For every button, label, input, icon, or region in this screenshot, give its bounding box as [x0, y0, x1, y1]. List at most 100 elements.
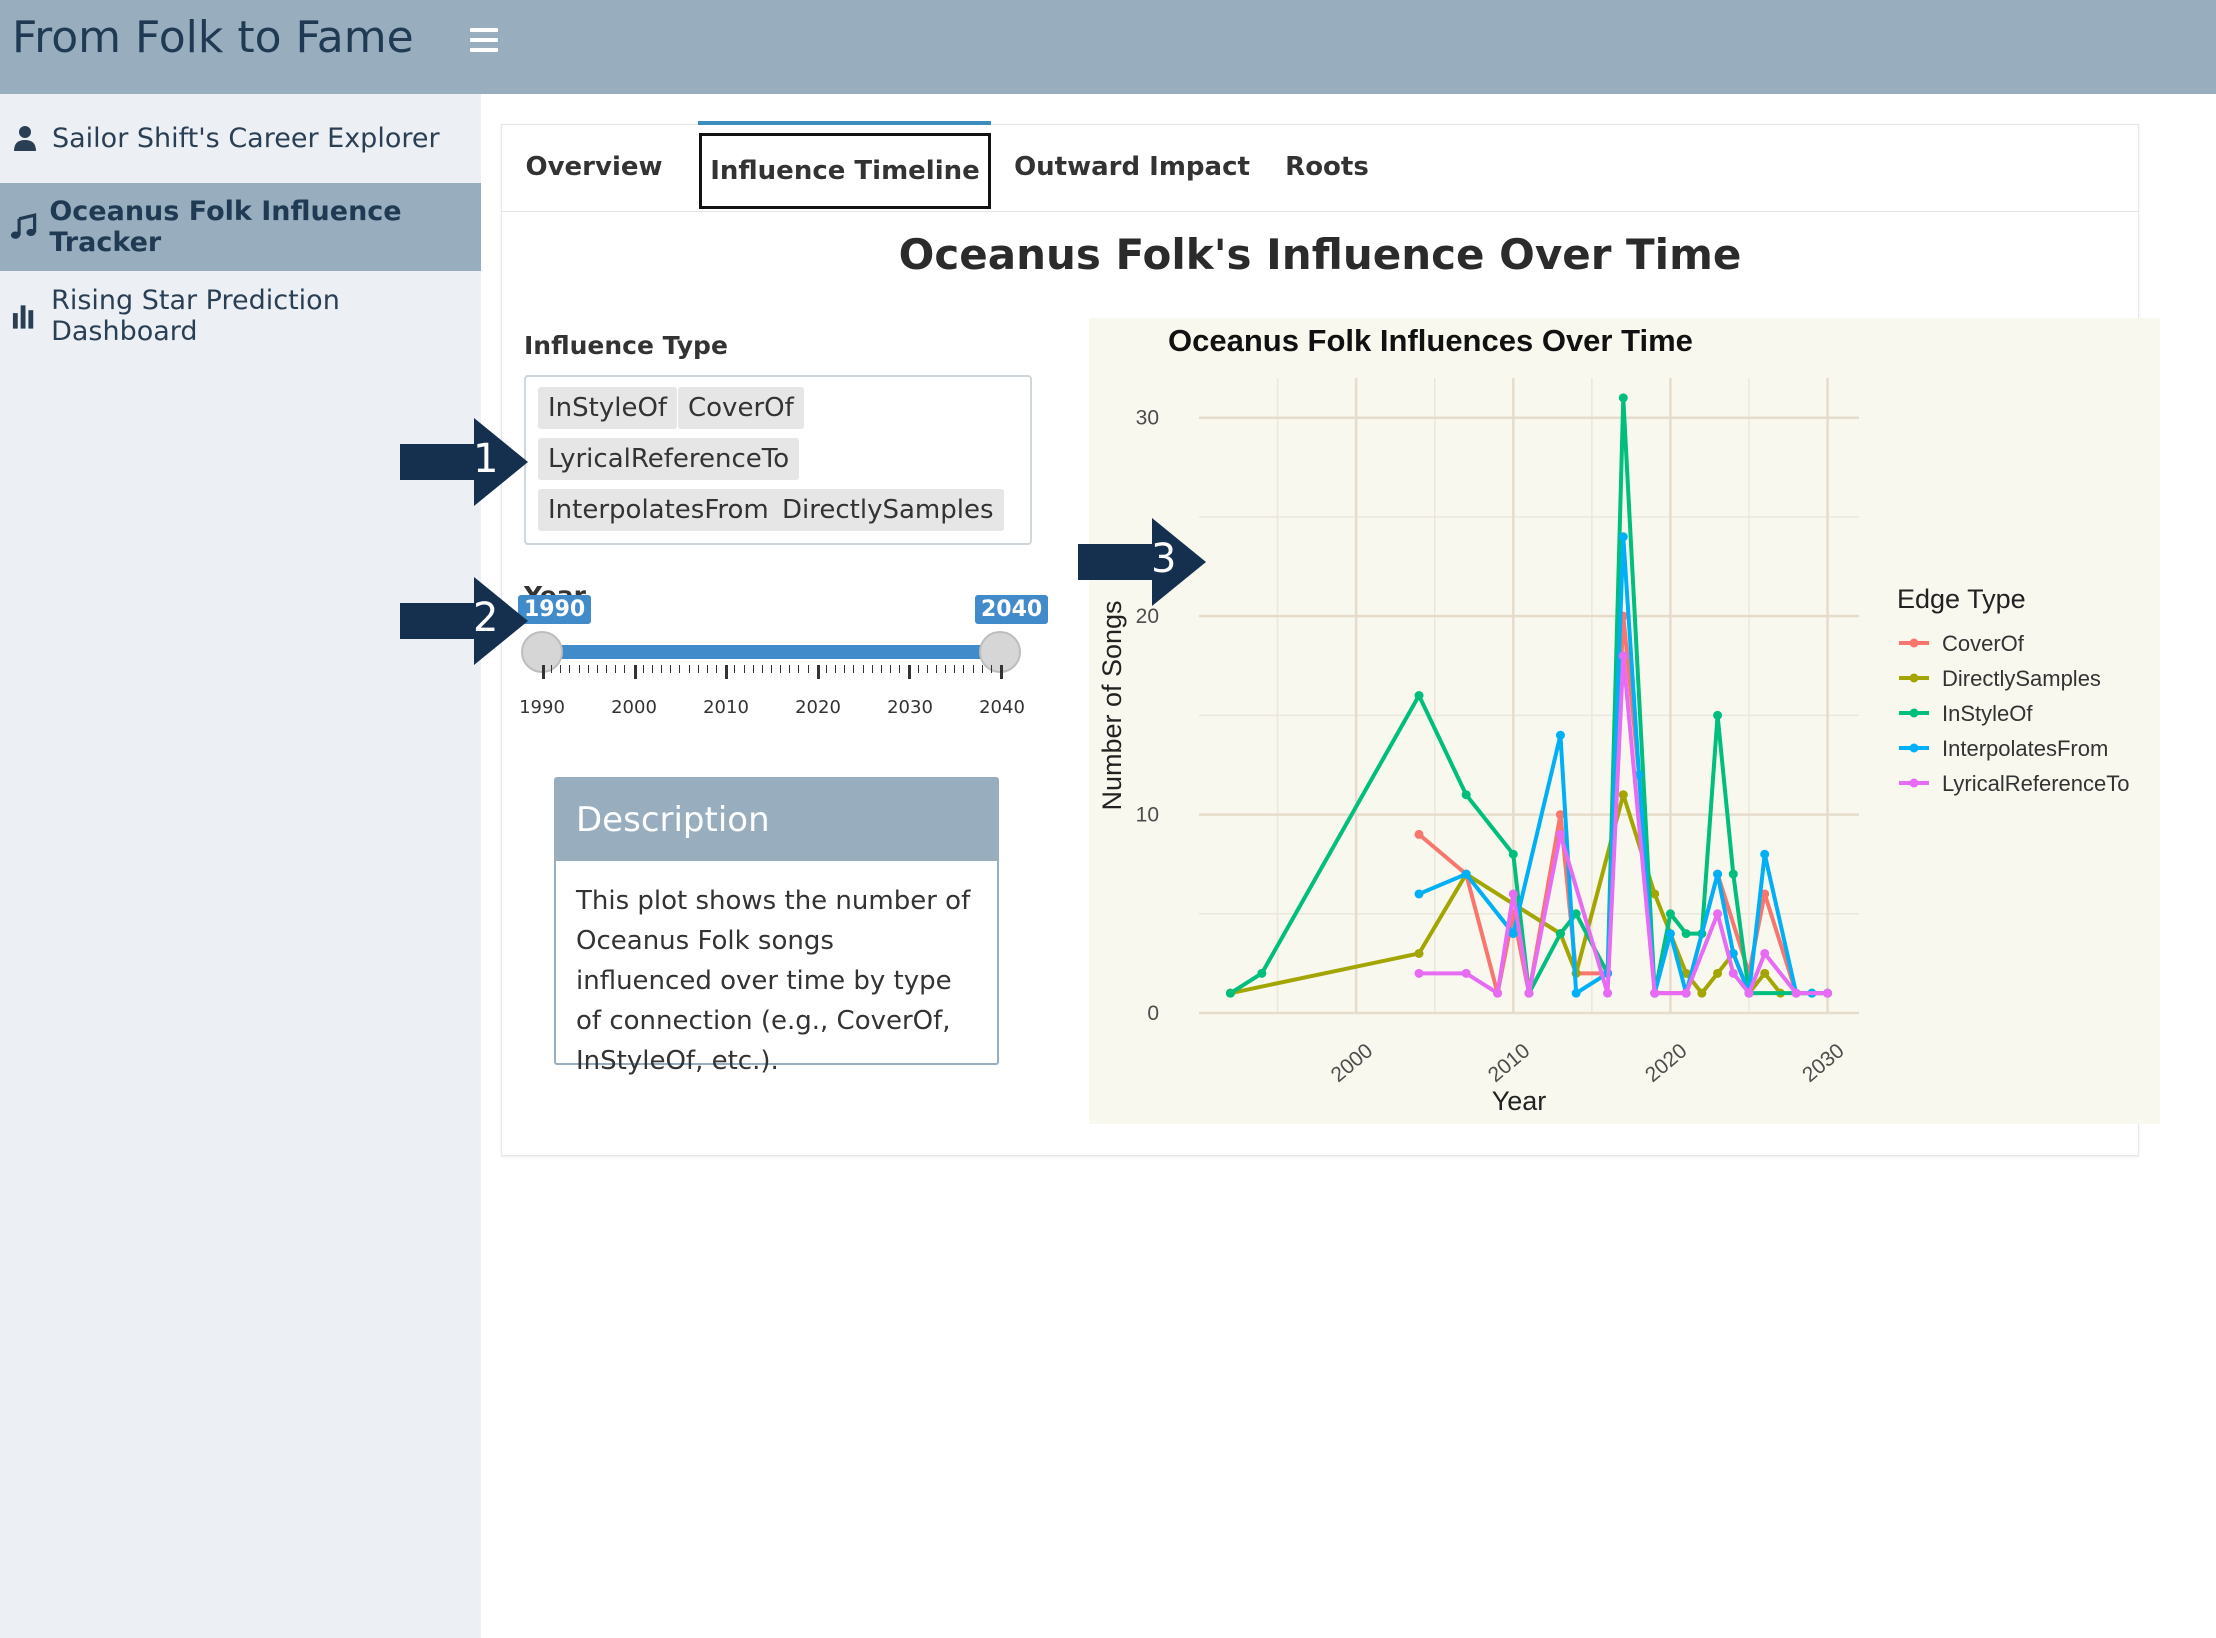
data-point: [1760, 948, 1770, 958]
series-line: [1229, 395, 1828, 996]
slider-tick: [551, 665, 553, 673]
data-point: [1760, 968, 1770, 978]
data-point: [1524, 988, 1534, 998]
data-point: [1461, 869, 1471, 879]
x-tick-label: 2030: [1798, 1039, 1849, 1087]
slider-tick: [771, 665, 772, 673]
slider-tick: [670, 665, 672, 673]
slider-tick: [835, 665, 837, 673]
legend-key-point: [1909, 708, 1919, 718]
data-point: [1603, 988, 1613, 998]
data-point: [1493, 988, 1503, 998]
tab-outward-impact[interactable]: Outward Impact: [1012, 125, 1252, 209]
data-point: [1618, 393, 1628, 403]
sidebar-item-career-explorer[interactable]: Sailor Shift's Career Explorer: [0, 94, 481, 182]
sidebar-item-label: Oceanus Folk Influence Tracker: [49, 196, 402, 258]
slider-tick: [743, 665, 745, 673]
tab-overview[interactable]: Overview: [514, 125, 674, 209]
sidebar-item-label: Sailor Shift's Career Explorer: [52, 122, 440, 154]
slider-tick: [633, 665, 637, 679]
active-tab-indicator: [698, 121, 991, 125]
slider-track[interactable]: [542, 645, 1000, 659]
music-icon: [10, 213, 37, 239]
slider-tick: [688, 665, 690, 673]
slider-tick: [899, 665, 901, 673]
main-content: Overview Influence Timeline Outward Impa…: [481, 94, 2216, 1638]
user-icon: [14, 126, 36, 151]
slider-tick: [679, 665, 681, 673]
data-point: [1618, 651, 1628, 661]
callout-arrow-2: 2: [400, 577, 530, 669]
influence-type-label: Influence Type: [524, 331, 728, 360]
data-point: [1508, 929, 1518, 939]
slider-tick: [844, 665, 846, 673]
hamburger-menu-icon[interactable]: [470, 28, 498, 54]
data-point: [1461, 790, 1471, 800]
slider-tick: [569, 665, 571, 673]
data-point: [1508, 849, 1518, 859]
legend-key-point: [1909, 743, 1919, 753]
slider-tick: [615, 665, 617, 673]
slider-tick-label: 2040: [979, 697, 1025, 718]
y-axis-title: Number of Songs: [1097, 600, 1127, 810]
slider-tick: [587, 665, 589, 673]
data-point: [1571, 988, 1581, 998]
slider-tick: [825, 665, 827, 673]
data-point: [1414, 889, 1424, 899]
page-title: Oceanus Folk's Influence Over Time: [898, 230, 1742, 279]
description-box: Description This plot shows the number o…: [554, 777, 999, 1076]
line-chart: 01020302000 2010 2020 2030Oceanus Folk Infl…: [1097, 323, 2130, 1116]
data-point: [1508, 889, 1518, 899]
tab-bar: Overview Influence Timeline Outward Impa…: [502, 121, 2138, 212]
slider-tick-label: 2030: [887, 697, 933, 718]
data-point: [1461, 968, 1471, 978]
slider-tick: [542, 665, 545, 679]
data-point: [1618, 532, 1628, 542]
data-point: [1665, 929, 1675, 939]
slider-tick: [624, 665, 626, 673]
chip-instyleof[interactable]: InStyleOf: [538, 387, 678, 429]
slider-max-badge: 2040: [975, 595, 1049, 624]
legend-key-point: [1909, 673, 1919, 683]
data-point: [1713, 909, 1723, 919]
data-point: [1555, 829, 1565, 839]
slider-tick: [578, 665, 580, 673]
slider-tick: [780, 665, 782, 673]
slider-tick: [752, 665, 754, 673]
legend-label: InterpolatesFrom: [1942, 736, 2108, 761]
slider-tick: [972, 665, 974, 673]
sidebar-item-rising-star[interactable]: Rising Star Prediction Dashboard: [0, 272, 481, 360]
callout-number: 1: [473, 436, 499, 482]
data-point: [1681, 929, 1691, 939]
x-axis-title: Year: [1492, 1086, 1547, 1116]
chip-coverof[interactable]: CoverOf: [678, 387, 804, 429]
app-header: From Folk to Fame: [0, 0, 2216, 94]
slider-tick: [560, 665, 562, 673]
data-point: [1414, 968, 1424, 978]
sidebar: Sailor Shift's Career Explorer Oceanus F…: [0, 94, 481, 1638]
tab-influence-timeline[interactable]: Influence Timeline: [699, 133, 991, 209]
sidebar-item-influence-tracker[interactable]: Oceanus Folk Influence Tracker: [0, 183, 481, 271]
slider-tick: [734, 665, 736, 673]
slider-tick: [807, 665, 809, 673]
year-range-slider[interactable]: 1990 2040 1990 2000 2010 2020 2030 2040: [518, 595, 1049, 718]
slider-tick: [816, 665, 820, 679]
slider-tick: [871, 665, 873, 673]
chip-interpolatesfrom[interactable]: InterpolatesFrom: [538, 489, 779, 531]
data-point: [1665, 909, 1675, 919]
data-point: [1728, 869, 1738, 879]
chip-lyricalreferenceto[interactable]: LyricalReferenceTo: [538, 438, 800, 480]
data-point: [1555, 730, 1565, 740]
chip-directlysamples[interactable]: DirectlySamples: [772, 489, 1004, 531]
slider-tick: [761, 665, 763, 673]
data-point: [1744, 988, 1754, 998]
influence-type-select[interactable]: InStyleOf CoverOf LyricalReferenceTo Int…: [524, 375, 1032, 545]
data-point: [1414, 691, 1424, 700]
data-point: [1257, 968, 1267, 978]
chart-title: Oceanus Folk Influences Over Time: [1168, 323, 1693, 358]
description-text: This plot shows the number of Oceanus Fo…: [576, 886, 971, 1076]
data-point: [1791, 988, 1801, 998]
legend-label: InStyleOf: [1942, 701, 2033, 726]
legend-key-point: [1909, 778, 1919, 788]
tab-roots[interactable]: Roots: [1272, 125, 1382, 209]
